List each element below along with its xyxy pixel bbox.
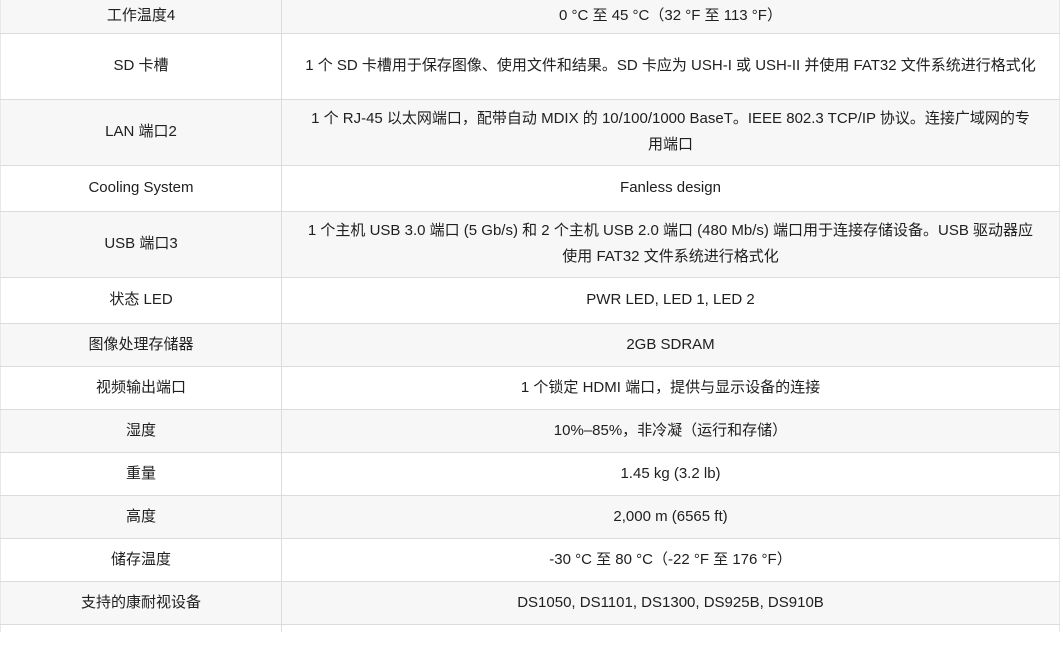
spec-value-text: 1 个主机 USB 3.0 端口 (5 Gb/s) 和 2 个主机 USB 2.… — [307, 222, 1034, 265]
spec-label-cell: 湿度 — [0, 408, 282, 453]
spec-label-cell: 重量 — [0, 451, 282, 496]
spec-label-text: 储存温度 — [110, 550, 171, 568]
spec-label-cell: Cooling System — [0, 164, 282, 212]
spec-label-text: 高度 — [125, 507, 156, 525]
spec-value-text: 0 °C 至 45 °C（32 °F 至 113 °F） — [559, 7, 782, 25]
spec-label-cell: 高度 — [0, 494, 282, 539]
spec-label-text: 重量 — [125, 464, 156, 482]
spec-value-text: -30 °C 至 80 °C（-22 °F 至 176 °F） — [549, 550, 792, 568]
spec-value-cell: 1.45 kg (3.2 lb) — [281, 451, 1060, 496]
table-row: USB 端口3 1 个主机 USB 3.0 端口 (5 Gb/s) 和 2 个主… — [0, 210, 1060, 278]
spec-label-cell: 图像处理存储器 — [0, 322, 282, 367]
spec-label-text: SD 卡槽 — [113, 57, 169, 74]
spec-label-cell: USB 端口3 — [0, 210, 282, 278]
table-row: Cooling System Fanless design — [0, 164, 1060, 212]
table-row: 视频输出端口 1 个锁定 HDMI 端口，提供与显示设备的连接 — [0, 365, 1060, 410]
spec-label-text: 视频输出端口 — [95, 378, 186, 396]
table-row: 支持的康耐视设备 DS1050, DS1101, DS1300, DS925B,… — [0, 580, 1060, 625]
spec-label-text: Cooling System — [88, 179, 194, 196]
table-row: 重量 1.45 kg (3.2 lb) — [0, 451, 1060, 496]
spec-value-cell: -30 °C 至 80 °C（-22 °F 至 176 °F） — [281, 537, 1060, 582]
spec-value-text: 1 个 RJ-45 以太网端口，配带自动 MDIX 的 10/100/1000 … — [311, 110, 1030, 153]
table-row: 储存温度 -30 °C 至 80 °C（-22 °F 至 176 °F） — [0, 537, 1060, 582]
table-row: 工作温度4 0 °C 至 45 °C（32 °F 至 113 °F） — [0, 0, 1060, 34]
table-row: 高度 2,000 m (6565 ft) — [0, 494, 1060, 539]
spec-label-text: USB 端口3 — [104, 235, 178, 252]
specifications-table: 工作温度4 0 °C 至 45 °C（32 °F 至 113 °F） SD 卡槽… — [0, 0, 1060, 632]
table-row: 状态 LED PWR LED, LED 1, LED 2 — [0, 276, 1060, 324]
spec-value-cell: PWR LED, LED 1, LED 2 — [281, 276, 1060, 324]
spec-value-cell: 2,000 m (6565 ft) — [281, 494, 1060, 539]
spec-label-cell: SD 卡槽 — [0, 32, 282, 100]
spec-value-text: DS1050, DS1101, DS1300, DS925B, DS910B — [517, 593, 824, 611]
spec-value-cell: 1 个主机 USB 3.0 端口 (5 Gb/s) 和 2 个主机 USB 2.… — [281, 210, 1060, 278]
spec-value-text: 2,000 m (6565 ft) — [613, 507, 728, 525]
spec-label-cell: 支持的康耐视设备 — [0, 580, 282, 625]
spec-value-cell: 1 个 SD 卡槽用于保存图像、使用文件和结果。SD 卡应为 USH-I 或 U… — [281, 32, 1060, 100]
spec-value-text: 2GB SDRAM — [626, 335, 715, 353]
spec-value-cell: 2GB SDRAM — [281, 322, 1060, 367]
spec-value-text: 10%–85%，非冷凝（运行和存储） — [553, 421, 788, 439]
table-row: LAN 端口2 1 个 RJ-45 以太网端口，配带自动 MDIX 的 10/1… — [0, 98, 1060, 166]
spec-label-text: 状态 LED — [109, 291, 173, 308]
spec-label-text: 湿度 — [125, 421, 156, 439]
spec-value-cell — [281, 623, 1060, 632]
spec-label-cell: 工作温度4 — [0, 0, 282, 34]
spec-label-cell: 状态 LED — [0, 276, 282, 324]
spec-value-cell: 10%–85%，非冷凝（运行和存储） — [281, 408, 1060, 453]
spec-value-text: 1.45 kg (3.2 lb) — [620, 464, 721, 482]
spec-label-text: 支持的康耐视设备 — [80, 593, 201, 611]
spec-value-text: Fanless design — [620, 179, 721, 196]
spec-value-cell: DS1050, DS1101, DS1300, DS925B, DS910B — [281, 580, 1060, 625]
spec-value-cell: Fanless design — [281, 164, 1060, 212]
specifications-table-body: 工作温度4 0 °C 至 45 °C（32 °F 至 113 °F） SD 卡槽… — [0, 0, 1060, 632]
table-row: 湿度 10%–85%，非冷凝（运行和存储） — [0, 408, 1060, 453]
spec-value-text: 1 个锁定 HDMI 端口，提供与显示设备的连接 — [520, 378, 821, 396]
spec-label-text: 工作温度4 — [106, 7, 176, 25]
table-row: SD 卡槽 1 个 SD 卡槽用于保存图像、使用文件和结果。SD 卡应为 USH… — [0, 32, 1060, 100]
spec-value-cell: 0 °C 至 45 °C（32 °F 至 113 °F） — [281, 0, 1060, 34]
spec-label-text: LAN 端口2 — [105, 123, 177, 140]
spec-value-cell: 1 个锁定 HDMI 端口，提供与显示设备的连接 — [281, 365, 1060, 410]
spec-label-text: 图像处理存储器 — [88, 335, 194, 353]
spec-value-text: PWR LED, LED 1, LED 2 — [586, 291, 755, 308]
spec-label-cell — [0, 623, 282, 632]
table-row: 图像处理存储器 2GB SDRAM — [0, 322, 1060, 367]
spec-label-cell: 储存温度 — [0, 537, 282, 582]
spec-value-text: 1 个 SD 卡槽用于保存图像、使用文件和结果。SD 卡应为 USH-I 或 U… — [305, 57, 1036, 74]
spec-value-cell: 1 个 RJ-45 以太网端口，配带自动 MDIX 的 10/100/1000 … — [281, 98, 1060, 166]
table-row-partial — [0, 623, 1060, 632]
spec-label-cell: 视频输出端口 — [0, 365, 282, 410]
spec-label-cell: LAN 端口2 — [0, 98, 282, 166]
